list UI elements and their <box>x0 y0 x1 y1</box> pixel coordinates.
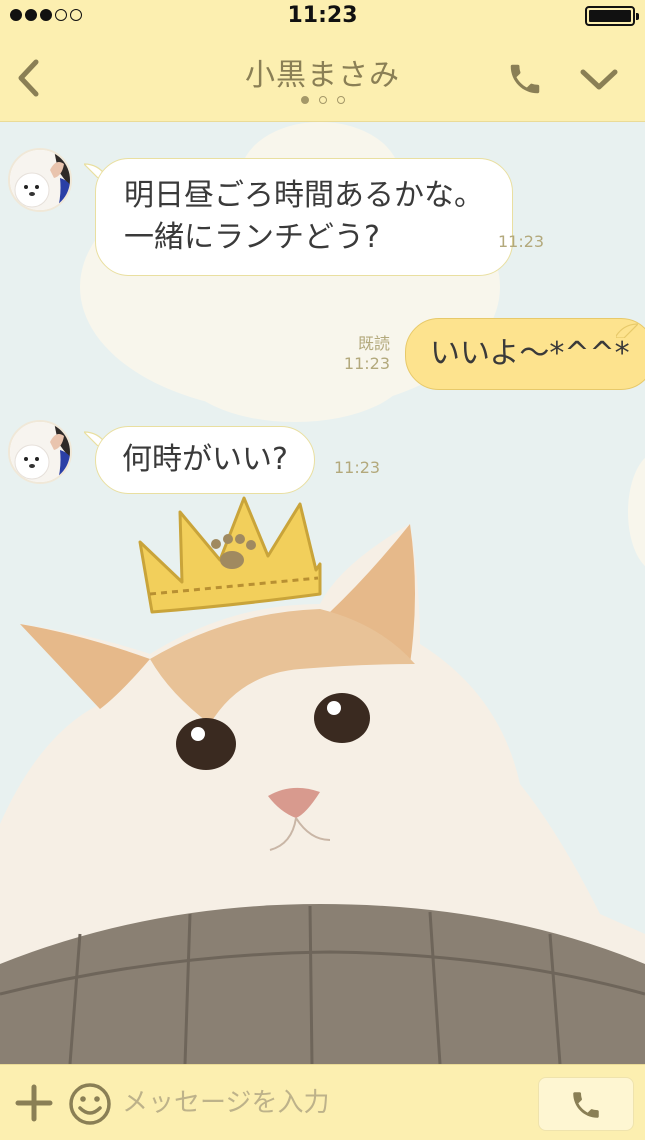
message-time: 11:23 <box>343 354 390 373</box>
page-indicator <box>0 96 645 104</box>
message-input-bar <box>0 1064 645 1140</box>
message-text: いいよ〜*^^* <box>430 336 630 371</box>
message-text: 一緒にランチどう? <box>124 220 380 255</box>
avatar-photo-icon <box>10 150 70 210</box>
status-bar: 11:23 <box>0 0 645 32</box>
voice-call-button[interactable] <box>538 1077 634 1131</box>
bubble-tail <box>616 323 638 338</box>
cat-with-crown-sticker[interactable] <box>0 494 645 1064</box>
message-text: 何時がいい? <box>122 442 288 477</box>
plus-icon <box>15 1084 53 1122</box>
avatar[interactable] <box>8 148 72 212</box>
smiley-icon <box>69 1083 111 1125</box>
menu-button[interactable] <box>578 64 620 94</box>
message-text: 明日昼ごろ時間あるかな。 <box>124 178 484 213</box>
incoming-message-bubble[interactable]: 明日昼ごろ時間あるかな。 一緒にランチどう? <box>95 158 513 276</box>
message-time: 11:23 <box>334 458 381 477</box>
emoji-button[interactable] <box>68 1082 112 1126</box>
chat-header: 小黒まさみ <box>0 32 645 122</box>
status-time: 11:23 <box>287 3 358 28</box>
message-time: 11:23 <box>498 232 545 251</box>
crown-icon <box>138 496 322 614</box>
page-dot <box>300 96 309 104</box>
chevron-down-icon <box>580 69 618 90</box>
avatar-photo-icon <box>10 422 70 482</box>
battery-icon <box>585 6 639 26</box>
read-receipt: 既読 11:23 <box>340 334 390 374</box>
page-dot <box>318 96 327 104</box>
incoming-message-bubble[interactable]: 何時がいい? <box>95 426 315 494</box>
page-dot <box>336 96 345 104</box>
call-button[interactable] <box>506 60 544 98</box>
message-input[interactable] <box>122 1079 522 1127</box>
outgoing-message-bubble[interactable]: いいよ〜*^^* <box>405 318 645 390</box>
add-attachment-button[interactable] <box>14 1083 54 1123</box>
read-label: 既読 <box>357 334 390 353</box>
avatar[interactable] <box>8 420 72 484</box>
chat-title: 小黒まさみ <box>245 58 400 93</box>
phone-icon <box>510 64 540 94</box>
chat-area[interactable]: 明日昼ごろ時間あるかな。 一緒にランチどう? 11:23 既読 11:23 いい… <box>0 122 645 1064</box>
phone-icon <box>573 1092 599 1118</box>
